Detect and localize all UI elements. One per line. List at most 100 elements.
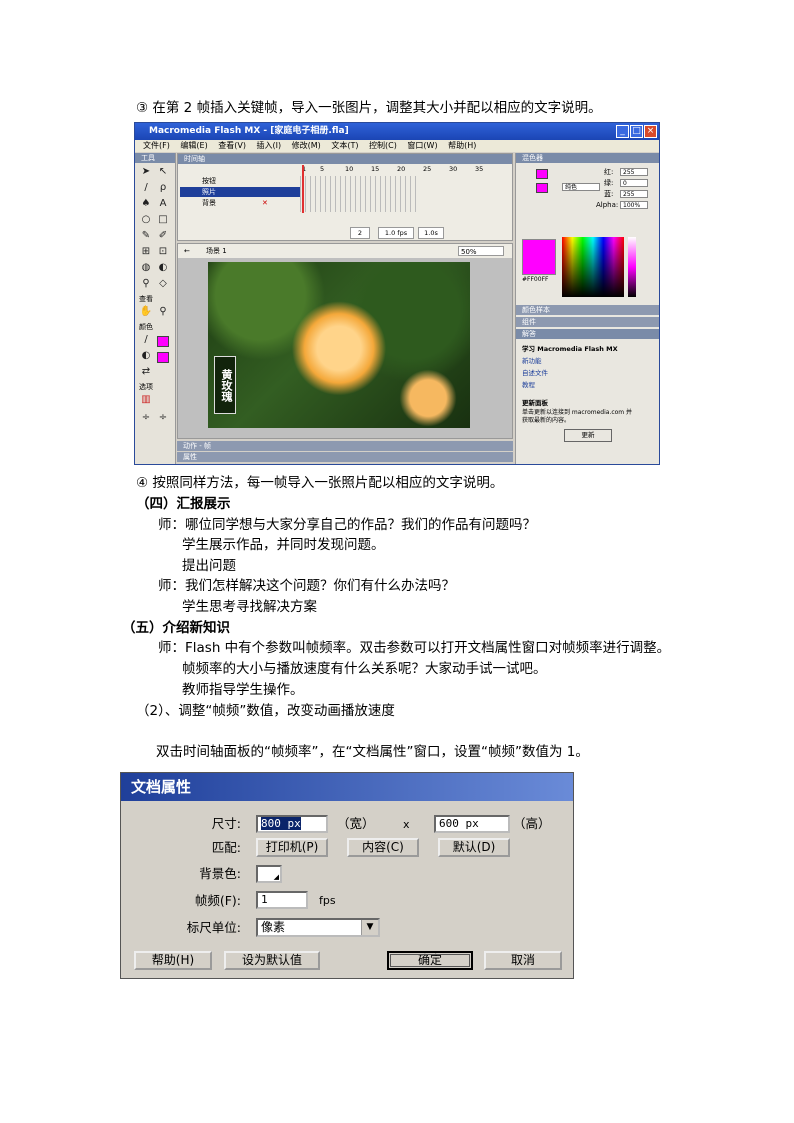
frame-number: 15: [371, 165, 380, 173]
components-header[interactable]: 组件: [516, 317, 659, 327]
dialogue-line: 学生思考寻找解决方案: [182, 599, 317, 615]
mixer-fill-swatch[interactable]: [536, 183, 548, 193]
maximize-icon[interactable]: □: [630, 125, 643, 138]
stroke-color-swatch[interactable]: [157, 336, 169, 347]
menu-text[interactable]: 文本(T): [331, 140, 358, 152]
menu-help[interactable]: 帮助(H): [448, 140, 476, 152]
times-sign: x: [403, 818, 410, 831]
frame-number: 30: [449, 165, 458, 173]
hex-value[interactable]: #FF00FF: [522, 275, 548, 285]
hidden-layer-icon[interactable]: ✕: [262, 198, 268, 208]
height-input[interactable]: 600 px: [434, 815, 510, 833]
link-whats-new[interactable]: 新功能: [522, 357, 542, 366]
brightness-slider[interactable]: [628, 237, 636, 297]
properties-bar[interactable]: 属性: [177, 452, 513, 462]
elapsed-time: 1.0s: [418, 227, 444, 239]
match-default-button[interactable]: 默认(D): [438, 838, 510, 857]
zoom-select[interactable]: 50%: [458, 246, 504, 256]
oval-tool-icon[interactable]: ○: [139, 213, 153, 227]
make-default-button[interactable]: 设为默认值: [224, 951, 320, 970]
subselect-tool-icon[interactable]: ↖: [156, 165, 170, 179]
layer-name: 按钮: [202, 177, 216, 185]
section-4-heading: （四）汇报展示: [136, 496, 231, 512]
stroke-color-icon[interactable]: /: [139, 333, 153, 347]
zoom-tool-icon[interactable]: ⚲: [156, 305, 170, 319]
height-unit-label: （高）: [513, 816, 551, 831]
match-contents-button[interactable]: 内容(C): [347, 838, 419, 857]
straighten-option-icon[interactable]: ÷: [156, 411, 170, 425]
paint-bucket-tool-icon[interactable]: ◐: [156, 261, 170, 275]
timeline-header: 时间轴: [178, 154, 512, 164]
menu-view[interactable]: 查看(V): [218, 140, 246, 152]
color-spectrum[interactable]: [562, 237, 624, 297]
fill-color-swatch[interactable]: [157, 352, 169, 363]
minimize-icon[interactable]: _: [616, 125, 629, 138]
frame-rate-input[interactable]: 1: [256, 891, 308, 909]
instruction-text: 双击时间轴面板的“帧频率”，在“文档属性”窗口，设置“帧频”数值为 1。: [156, 744, 589, 760]
actions-bar[interactable]: 动作 - 帧: [177, 441, 513, 451]
snap-option-icon[interactable]: ▥: [139, 393, 153, 407]
rectangle-tool-icon[interactable]: □: [156, 213, 170, 227]
link-tutorials[interactable]: 教程: [522, 381, 535, 390]
back-arrow-icon[interactable]: ←: [184, 244, 190, 258]
eraser-tool-icon[interactable]: ◇: [156, 277, 170, 291]
green-field[interactable]: 0: [620, 179, 648, 187]
hand-tool-icon[interactable]: ✋: [139, 305, 153, 319]
layer-name: 背景: [202, 199, 216, 207]
width-input[interactable]: 800 px: [256, 815, 328, 833]
text-tool-icon[interactable]: A: [156, 197, 170, 211]
timeline-panel: 时间轴 1 5 10 15 20 25 30 35 按钮 照片 背景 ✕ 2 1…: [177, 153, 513, 241]
flash-window-screenshot: Macromedia Flash MX - [家庭电子相册.fla] _ □ ×…: [134, 122, 660, 465]
menu-edit[interactable]: 编辑(E): [180, 140, 207, 152]
swatches-header[interactable]: 颜色样本: [516, 305, 659, 315]
playhead[interactable]: [302, 165, 304, 213]
menu-file[interactable]: 文件(F): [143, 140, 170, 152]
match-printer-button[interactable]: 打印机(P): [256, 838, 328, 857]
ok-button[interactable]: 确定: [387, 951, 473, 970]
update-button[interactable]: 更新: [564, 429, 612, 442]
stage-area: ← 场景 1 50% 黄玫瑰: [177, 243, 513, 439]
line-tool-icon[interactable]: /: [139, 181, 153, 195]
close-icon[interactable]: ×: [644, 125, 657, 138]
help-button[interactable]: 帮助(H): [134, 951, 212, 970]
layer-row-selected[interactable]: 照片: [180, 187, 300, 197]
answers-header[interactable]: 解答: [516, 329, 659, 339]
cancel-button[interactable]: 取消: [484, 951, 562, 970]
fps-unit-label: fps: [319, 894, 336, 907]
size-label: 尺寸:: [211, 816, 241, 831]
alpha-field[interactable]: 100%: [620, 201, 648, 209]
ruler-units-select[interactable]: 像素 ▼: [256, 918, 380, 937]
menu-modify[interactable]: 修改(M): [292, 140, 321, 152]
eyedropper-tool-icon[interactable]: ⚲: [139, 277, 153, 291]
frame-number: 25: [423, 165, 432, 173]
smooth-option-icon[interactable]: ÷: [139, 411, 153, 425]
menu-control[interactable]: 控制(C): [369, 140, 397, 152]
chevron-down-icon[interactable]: ▼: [361, 920, 378, 935]
menu-insert[interactable]: 插入(I): [257, 140, 282, 152]
blue-field[interactable]: 255: [620, 190, 648, 198]
brush-tool-icon[interactable]: ✐: [156, 229, 170, 243]
frame-number: 5: [320, 165, 325, 173]
layer-row[interactable]: 按钮: [180, 176, 300, 186]
fill-transform-tool-icon[interactable]: ⊡: [156, 245, 170, 259]
frame-grid[interactable]: [300, 176, 420, 212]
mixer-stroke-swatch[interactable]: [536, 169, 548, 179]
pencil-tool-icon[interactable]: ✎: [139, 229, 153, 243]
fill-color-icon[interactable]: ◐: [139, 349, 153, 363]
link-readme[interactable]: 自述文件: [522, 369, 548, 378]
mixer-header[interactable]: 混色器: [516, 153, 659, 163]
menu-window[interactable]: 窗口(W): [407, 140, 437, 152]
background-color-swatch[interactable]: ◢: [256, 865, 282, 883]
layer-row[interactable]: 背景 ✕: [180, 198, 300, 208]
frame-number: 35: [475, 165, 484, 173]
transform-tool-icon[interactable]: ⊞: [139, 245, 153, 259]
pen-tool-icon[interactable]: ♠: [139, 197, 153, 211]
right-panels: 混色器 纯色 红: 255 绿: 0 蓝: 255 Alpha: 100% #F…: [515, 153, 659, 464]
ink-bottle-tool-icon[interactable]: ◍: [139, 261, 153, 275]
arrow-tool-icon[interactable]: ➤: [139, 165, 153, 179]
swap-colors-icon[interactable]: ⇄: [139, 365, 153, 379]
lasso-tool-icon[interactable]: ρ: [156, 181, 170, 195]
red-field[interactable]: 255: [620, 168, 648, 176]
frame-rate[interactable]: 1.0 fps: [378, 227, 414, 239]
fill-type-select[interactable]: 纯色: [562, 183, 600, 191]
